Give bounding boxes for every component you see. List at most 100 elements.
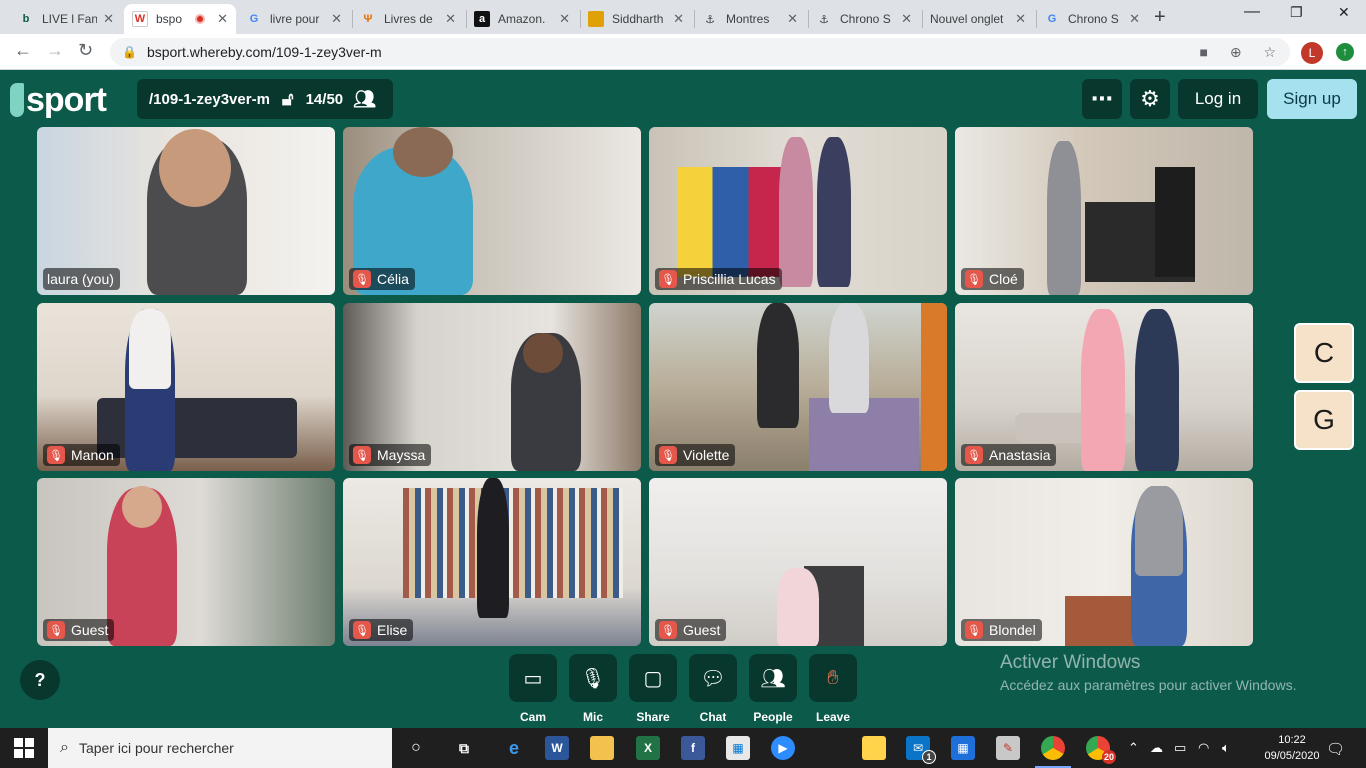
extension-update-icon[interactable]: ↑ — [1336, 43, 1354, 61]
browser-tab-6[interactable]: Siddharth ✕ — [580, 4, 692, 34]
unlocked-padlock-icon[interactable]: 🔓︎ — [282, 89, 294, 110]
video-tile-mayssa[interactable]: 🎙︎ Mayssa — [343, 303, 641, 471]
video-tile-laura[interactable]: laura (you) — [37, 127, 335, 295]
mail-icon[interactable]: ✉ 1 — [906, 736, 936, 764]
clock-time: 10:22 — [1278, 734, 1306, 746]
leave-button[interactable]: ✋︎ — [809, 654, 857, 702]
paint-icon[interactable]: ✎ — [996, 736, 1020, 760]
new-tab-plus-icon[interactable]: + — [1154, 6, 1166, 29]
close-tab-icon[interactable]: ✕ — [1129, 11, 1140, 27]
chrome-icon[interactable] — [1035, 736, 1071, 768]
tab-title: Chrono S — [1068, 12, 1119, 26]
muted-mic-icon: 🎙︎ — [47, 446, 65, 464]
tab-title: bspo — [156, 12, 183, 26]
edge-icon[interactable]: e — [502, 736, 526, 760]
reload-icon[interactable]: ↻ — [78, 40, 93, 61]
close-tab-icon[interactable]: ✕ — [217, 11, 228, 27]
close-window-icon[interactable]: ✕ — [1338, 4, 1350, 21]
close-tab-icon[interactable]: ✕ — [445, 11, 456, 27]
close-tab-icon[interactable]: ✕ — [1015, 11, 1026, 27]
video-tile-guest-1[interactable]: 🎙︎ Guest — [37, 478, 335, 646]
share-button[interactable]: ▢ — [629, 654, 677, 702]
close-tab-icon[interactable]: ✕ — [673, 11, 684, 27]
browser-tab-7[interactable]: ⚓ Montres ✕ — [694, 4, 806, 34]
url-field[interactable]: 🔒 bsport.whereby.com/109-1-zey3ver-m — [110, 38, 1290, 66]
task-view-icon[interactable]: ⧉ — [452, 736, 476, 760]
login-button[interactable]: Log in — [1178, 79, 1258, 119]
room-info-pill[interactable]: /109-1-zey3ver-m 🔓︎ 14/50 👥︎ — [137, 79, 393, 119]
video-tile-cloe[interactable]: 🎙︎ Cloé — [955, 127, 1253, 295]
facebook-icon[interactable]: f — [681, 736, 705, 760]
word-icon[interactable]: W — [545, 736, 569, 760]
microphone-icon: 🎙︎ — [580, 667, 606, 690]
video-tile-manon[interactable]: 🎙︎ Manon — [37, 303, 335, 471]
close-tab-icon[interactable]: ✕ — [787, 11, 798, 27]
excel-icon[interactable]: X — [636, 736, 660, 760]
show-hidden-icons-chevron-icon[interactable]: ⌃ — [1128, 740, 1139, 756]
people-button[interactable]: 👥︎ — [749, 654, 797, 702]
browser-tab-5[interactable]: a Amazon. ✕ — [466, 4, 578, 34]
video-tile-violette[interactable]: 🎙︎ Violette — [649, 303, 947, 471]
browser-tab-3[interactable]: G livre pour ✕ — [238, 4, 350, 34]
windows-start-icon[interactable] — [14, 738, 34, 758]
address-bar: ← → ↻ 🔒 bsport.whereby.com/109-1-zey3ver… — [0, 34, 1366, 70]
restore-icon[interactable]: ❐ — [1290, 4, 1303, 21]
cortana-icon[interactable]: ○ — [404, 736, 428, 760]
calendar-icon[interactable]: ▦ — [951, 736, 975, 760]
video-tile-priscillia-lucas[interactable]: 🎙︎ Priscillia Lucas — [649, 127, 947, 295]
camera-indicator-icon[interactable]: ■ — [1199, 44, 1207, 60]
participant-name: laura (you) — [47, 271, 114, 287]
close-tab-icon[interactable]: ✕ — [331, 11, 342, 27]
onedrive-cloud-icon[interactable]: ☁ — [1150, 740, 1163, 756]
store-icon[interactable]: ▦ — [726, 736, 750, 760]
downloads-folder-icon[interactable] — [862, 736, 886, 760]
video-tile-celia[interactable]: 🎙︎ Célia — [343, 127, 641, 295]
chat-button[interactable]: 💬︎ — [689, 654, 737, 702]
help-button[interactable]: ? — [20, 660, 60, 700]
settings-button[interactable]: ⚙ — [1130, 79, 1170, 119]
zoom-icon[interactable]: ⊕ — [1230, 44, 1242, 60]
bookmark-star-icon[interactable]: ☆ — [1263, 44, 1276, 60]
zoom-app-icon[interactable]: ▶ — [771, 736, 795, 760]
participant-chip-c[interactable]: C — [1294, 323, 1354, 383]
share-label: Share — [636, 710, 670, 724]
mic-button[interactable]: 🎙︎ — [569, 654, 617, 702]
signup-button[interactable]: Sign up — [1267, 79, 1357, 119]
forward-arrow-icon[interactable]: → — [46, 40, 64, 61]
browser-tab-1[interactable]: b LIVE l Fan ✕ — [10, 4, 122, 34]
close-tab-icon[interactable]: ✕ — [103, 11, 114, 27]
cam-button[interactable]: ▭ — [509, 654, 557, 702]
wifi-icon[interactable]: ◠ — [1198, 740, 1209, 756]
volume-icon[interactable]: 🔈︎ — [1222, 740, 1230, 756]
browser-tab-4[interactable]: Ψ Livres de ✕ — [352, 4, 464, 34]
gear-icon: ⚙ — [1140, 86, 1160, 111]
browser-tab-8[interactable]: ⚓ Chrono S ✕ — [808, 4, 920, 34]
close-tab-icon[interactable]: ✕ — [559, 11, 570, 27]
taskbar-search-box[interactable]: ⌕ Taper ici pour rechercher — [48, 728, 392, 768]
mic-label: Mic — [582, 710, 603, 724]
back-arrow-icon[interactable]: ← — [14, 40, 32, 61]
battery-icon[interactable]: ▭ — [1174, 740, 1186, 756]
video-tile-guest-2[interactable]: 🎙︎ Guest — [649, 478, 947, 646]
activate-windows-subtitle: Accédez aux paramètres pour activer Wind… — [1000, 677, 1297, 693]
chrome-profile-icon[interactable]: 20 — [1086, 736, 1116, 764]
video-tile-anastasia[interactable]: 🎙︎ Anastasia — [955, 303, 1253, 471]
participant-name: Violette — [683, 447, 730, 463]
participant-label: 🎙︎ Blondel — [961, 619, 1042, 641]
profile-avatar[interactable]: L — [1301, 42, 1323, 64]
video-tile-blondel[interactable]: 🎙︎ Blondel — [955, 478, 1253, 646]
file-explorer-icon[interactable] — [590, 736, 614, 760]
participant-chip-g[interactable]: G — [1294, 390, 1354, 450]
more-options-button[interactable]: ⋯ — [1082, 79, 1122, 119]
notifications-icon[interactable]: 🗨︎ — [1326, 740, 1345, 758]
close-tab-icon[interactable]: ✕ — [901, 11, 912, 27]
browser-tab-10[interactable]: G Chrono S ✕ — [1036, 4, 1148, 34]
system-clock[interactable]: 10:22 09/05/2020 — [1262, 732, 1322, 764]
minimize-icon[interactable]: — — [1244, 3, 1260, 21]
browser-tab-2-active[interactable]: W bspo ✕ — [124, 4, 236, 34]
participant-name: Mayssa — [377, 447, 426, 463]
whereby-favicon-icon: W — [132, 11, 148, 27]
browser-tab-9[interactable]: Nouvel onglet ✕ — [922, 4, 1034, 34]
video-tile-elise[interactable]: 🎙︎ Elise — [343, 478, 641, 646]
activate-windows-title: Activer Windows — [1000, 652, 1141, 673]
